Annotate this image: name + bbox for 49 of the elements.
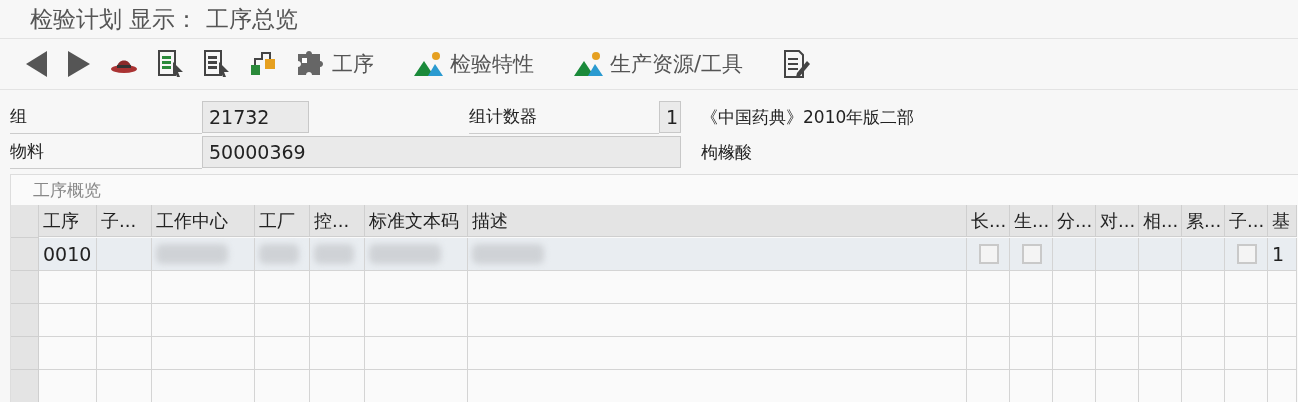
puzzle-icon — [296, 50, 326, 78]
hierarchy-icon — [250, 51, 276, 77]
table-cell: 1 — [1268, 238, 1297, 271]
window-title: 检验计划 显示： 工序总览 — [0, 0, 1298, 39]
blurred-text — [259, 244, 299, 264]
column-header[interactable]: 工厂 — [255, 205, 310, 237]
toolbar-button[interactable]: 检验特性 — [410, 50, 538, 78]
document-pointer-icon — [158, 50, 184, 78]
column-header[interactable]: 子... — [97, 205, 152, 237]
material-field[interactable]: 50000369 — [202, 136, 681, 168]
checkbox[interactable] — [1237, 244, 1257, 264]
back-icon — [26, 51, 48, 77]
column-header[interactable]: 分... — [1053, 205, 1096, 237]
description-text: 《中国药典》2010年版二部 — [700, 105, 916, 129]
group-field[interactable]: 21732 — [202, 101, 309, 133]
edit-document-icon — [783, 49, 812, 79]
column-header[interactable]: 工序 — [39, 205, 97, 237]
blurred-text — [472, 244, 544, 264]
toolbar-button[interactable]: 生产资源/工具 — [570, 50, 748, 78]
checkbox[interactable] — [979, 244, 999, 264]
row-header[interactable] — [11, 304, 39, 337]
column-header[interactable]: 生... — [1010, 205, 1053, 237]
row-header[interactable] — [11, 337, 39, 370]
row-header[interactable] — [11, 271, 39, 304]
column-header[interactable]: 工作中心 — [152, 205, 255, 237]
column-header[interactable]: 描述 — [468, 205, 967, 237]
column-header[interactable]: 控... — [310, 205, 365, 237]
column-header[interactable]: 子... — [1225, 205, 1268, 237]
blurred-text — [369, 244, 441, 264]
material-name: 枸橼酸 — [700, 140, 753, 164]
document-pointer-icon — [204, 50, 230, 78]
group-counter-field[interactable]: 1 — [659, 101, 681, 133]
toolbar-button[interactable]: 工序 — [292, 50, 378, 78]
column-header[interactable]: 对... — [1096, 205, 1139, 237]
column-header[interactable]: 标准文本码 — [365, 205, 468, 237]
forward-icon — [68, 51, 90, 77]
checkbox[interactable] — [1022, 244, 1042, 264]
column-header[interactable]: 长... — [967, 205, 1010, 237]
table-cell: 0010 — [39, 238, 97, 271]
blurred-text — [156, 244, 228, 264]
column-header[interactable]: 相... — [1139, 205, 1182, 237]
row-header[interactable] — [11, 370, 39, 402]
blurred-text — [314, 244, 354, 264]
mountain-icon — [414, 51, 444, 77]
column-header[interactable]: 基 — [1268, 205, 1297, 237]
column-header[interactable]: 累... — [1182, 205, 1225, 237]
section-title: 工序概览 — [32, 178, 102, 202]
mountain-icon — [574, 51, 604, 77]
row-header[interactable] — [11, 238, 39, 271]
